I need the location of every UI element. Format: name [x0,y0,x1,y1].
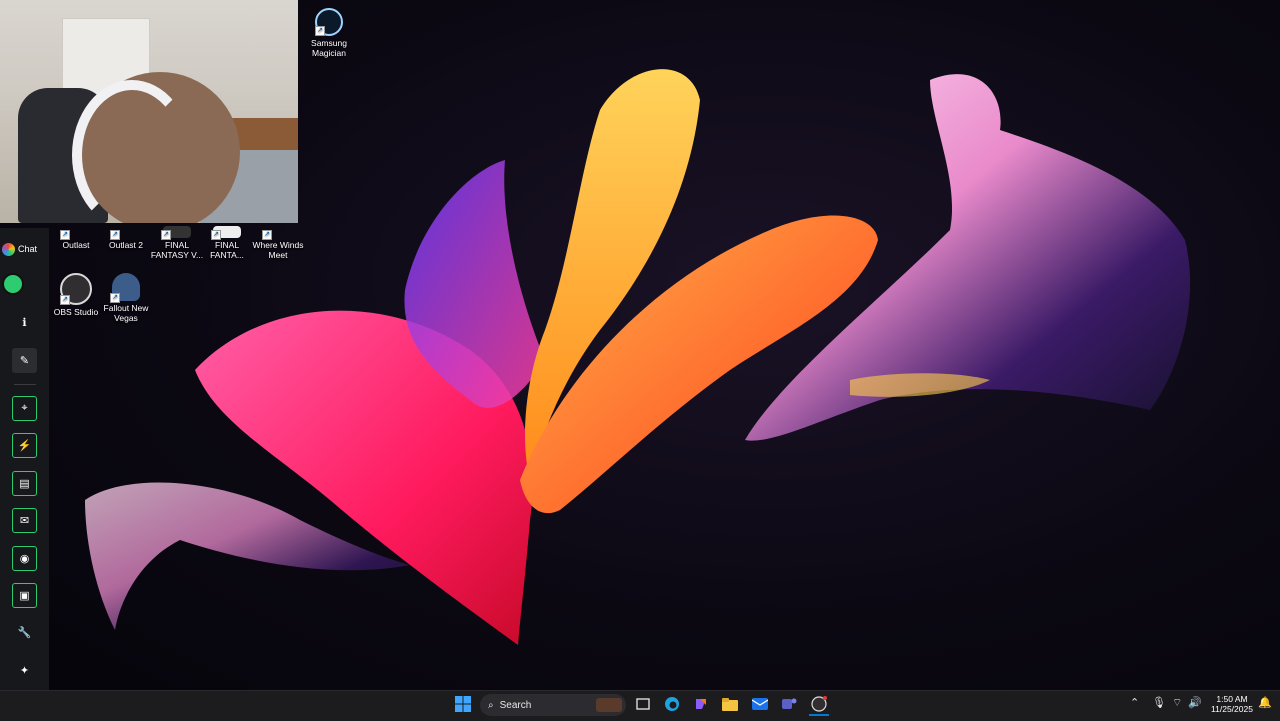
layers-icon[interactable]: ▣ [12,583,37,608]
webcam-headset [72,80,192,223]
rail-avatar[interactable] [2,273,24,295]
desktop-icon-obs-studio[interactable]: ↗ OBS Studio [49,273,103,317]
notification-icon[interactable]: 🔔 [1258,696,1272,709]
desktop-icon-outlast-2[interactable]: ↗ Outlast 2 [99,226,153,250]
chat-logo-icon [2,242,15,256]
flash-icon[interactable]: ⚡ [12,433,37,458]
apps-icon[interactable]: ✦ [12,658,37,683]
desktop-icon-outlast[interactable]: ↗ Outlast [49,226,103,250]
wifi-icon[interactable]: ⌔ [1172,696,1182,710]
copilot-icon[interactable] [691,694,711,714]
chat-button[interactable]: Chat [2,238,46,260]
file-explorer-icon[interactable] [720,694,740,714]
obs-taskbar-icon[interactable] [809,694,829,716]
search-icon: ⌕ [488,699,494,711]
desktop-icon-label: Samsung Magician [311,38,347,58]
info-icon[interactable]: ℹ [12,310,37,335]
desktop-icon-label: Outlast [62,240,90,250]
desktop-icon-final-fantasy[interactable]: ↗ FINAL FANTASY V... [150,226,204,260]
teams-icon[interactable] [779,694,799,714]
desktop-icon-samsung-magician[interactable]: ↗ Samsung Magician [302,8,356,58]
start-icon[interactable] [453,694,473,714]
outlook-icon[interactable] [750,694,770,714]
edge-icon[interactable] [662,694,682,714]
taskbar-search[interactable]: ⌕ Search [480,694,626,716]
desktop-icon-label: FINAL FANTA... [210,240,244,260]
clock-date: 11/25/2025 [1211,704,1253,714]
fallout-new-vegas-icon: ↗ [110,273,140,303]
desktop-icon-label: Outlast 2 [108,240,144,250]
search-highlight-icon [596,698,622,712]
desktop-icon-label: Fallout New Vegas [103,303,149,323]
final-fantasy-2-icon: ↗ [211,226,241,240]
edit-icon[interactable]: ✎ [12,348,37,373]
obs-studio-icon: ↗ [60,273,92,305]
chevron-up-icon[interactable]: ⌃ [1130,696,1139,709]
screenshot-icon[interactable]: ⌖ [12,396,37,421]
notes-icon[interactable]: ▤ [12,471,37,496]
volume-icon[interactable]: 🔊 [1188,696,1202,709]
desktop-icon-final-fantasy-2[interactable]: ↗ FINAL FANTA... [200,226,254,260]
final-fantasy-icon: ↗ [161,226,191,240]
rail-divider [14,384,36,385]
wrench-icon[interactable]: 🔧 [12,620,37,645]
outlast-icon: ↗ [60,226,90,240]
search-placeholder: Search [499,699,532,711]
where-winds-meet-icon: ↗ [262,226,292,240]
message-icon[interactable]: ✉ [12,508,37,533]
broadcast-icon[interactable]: ◉ [12,546,37,571]
chat-label: Chat [18,244,38,254]
webcam-overlay [0,0,298,223]
microphone-icon[interactable]: 🎙 [1152,696,1166,709]
desktop-icon-label: FINAL FANTASY V... [150,240,204,260]
clock-time: 1:50 AM [1216,694,1248,704]
taskbar-clock[interactable]: 1:50 AM 11/25/2025 [1204,694,1260,714]
desktop-icon-label: OBS Studio [53,307,99,317]
desktop-icon-where-winds-meet[interactable]: ↗ Where Winds Meet [251,226,305,260]
desktop-icon-label: Where Winds Meet [252,240,304,260]
samsung-magician-icon: ↗ [315,8,343,36]
desktop-icon-fallout-new-vegas[interactable]: ↗ Fallout New Vegas [99,273,153,323]
outlast-2-icon: ↗ [110,226,140,240]
task-view-icon[interactable] [633,694,653,714]
